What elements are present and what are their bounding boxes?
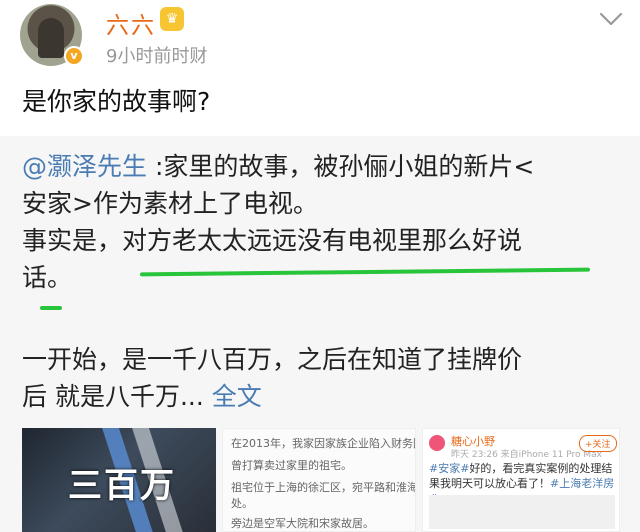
thumbnail-text-line: 在2013年，我家因家族企业陷入财务困境时， — [231, 437, 415, 450]
repost-block[interactable]: @灏泽先生 :家里的故事，被孙俪小姐的新片< 安家>作为素材上了电视。 事实是，… — [0, 136, 640, 532]
chevron-down-icon[interactable] — [598, 10, 624, 28]
post-text: 是你家的故事啊? — [22, 87, 211, 116]
username[interactable]: 六六 — [106, 6, 156, 40]
verified-badge-icon: v — [64, 46, 84, 66]
thumbnail-caption: 三百万 — [68, 466, 176, 506]
repost-line-1: @灏泽先生 :家里的故事，被孙俪小姐的新片< — [22, 148, 622, 185]
thumbnail-text-line: 旁边是空军大院和宋家故居。 — [231, 517, 374, 530]
follow-button: +关注 — [579, 435, 617, 452]
thumbnail-quote-box — [429, 495, 615, 529]
image-thumbnail-2[interactable]: 在2013年，我家因家族企业陷入财务困境时， 曾打算卖过家里的祖宅。 祖宅位于上… — [222, 428, 416, 532]
crown-icon: ♛ — [160, 7, 184, 31]
post-time: 9小时前时财 — [106, 46, 208, 67]
thumbnail-text-line: 曾打算卖过家里的祖宅。 — [231, 459, 352, 472]
thumbnail-meta: 昨天 23:26 来自iPhone 11 Pro Max — [451, 450, 602, 460]
avatar-figure — [38, 18, 64, 58]
image-thumbnail-1[interactable]: 三百万 — [22, 428, 216, 532]
thumbnail-text-line: 处。 — [231, 497, 253, 510]
repost-line-3: 事实是，对方老太太远远没有电视里那么好说 — [22, 226, 523, 255]
thumbnail-text-line: 祖宅位于上海的徐汇区，宛平路和淮海中路交界 — [231, 481, 415, 494]
repost-line-2: 安家>作为素材上了电视。 — [22, 189, 318, 218]
post-header: v 六六 ♛ 9小时前时财 — [0, 0, 640, 76]
green-underline-mark — [139, 267, 591, 277]
full-text-link[interactable]: 全文 — [212, 382, 262, 411]
avatar — [429, 435, 445, 451]
green-underline-mark-small — [40, 306, 62, 310]
repost-line-1-text: :家里的故事，被孙俪小姐的新片< — [147, 152, 535, 181]
repost-line-4: 话。 — [22, 263, 73, 292]
mention-link[interactable]: @灏泽先生 — [22, 152, 147, 181]
repost-line-6-text: 后 就是八千万... — [22, 382, 204, 411]
hashtag: #安家# — [429, 462, 470, 475]
repost-line-6: 后 就是八千万... 全文 — [22, 378, 262, 415]
repost-line-5: 一开始，是一千八百万，之后在知道了挂牌价 — [22, 345, 523, 374]
image-thumbnail-3[interactable]: 糖心小野 昨天 23:26 来自iPhone 11 Pro Max +关注 #安… — [422, 428, 620, 532]
